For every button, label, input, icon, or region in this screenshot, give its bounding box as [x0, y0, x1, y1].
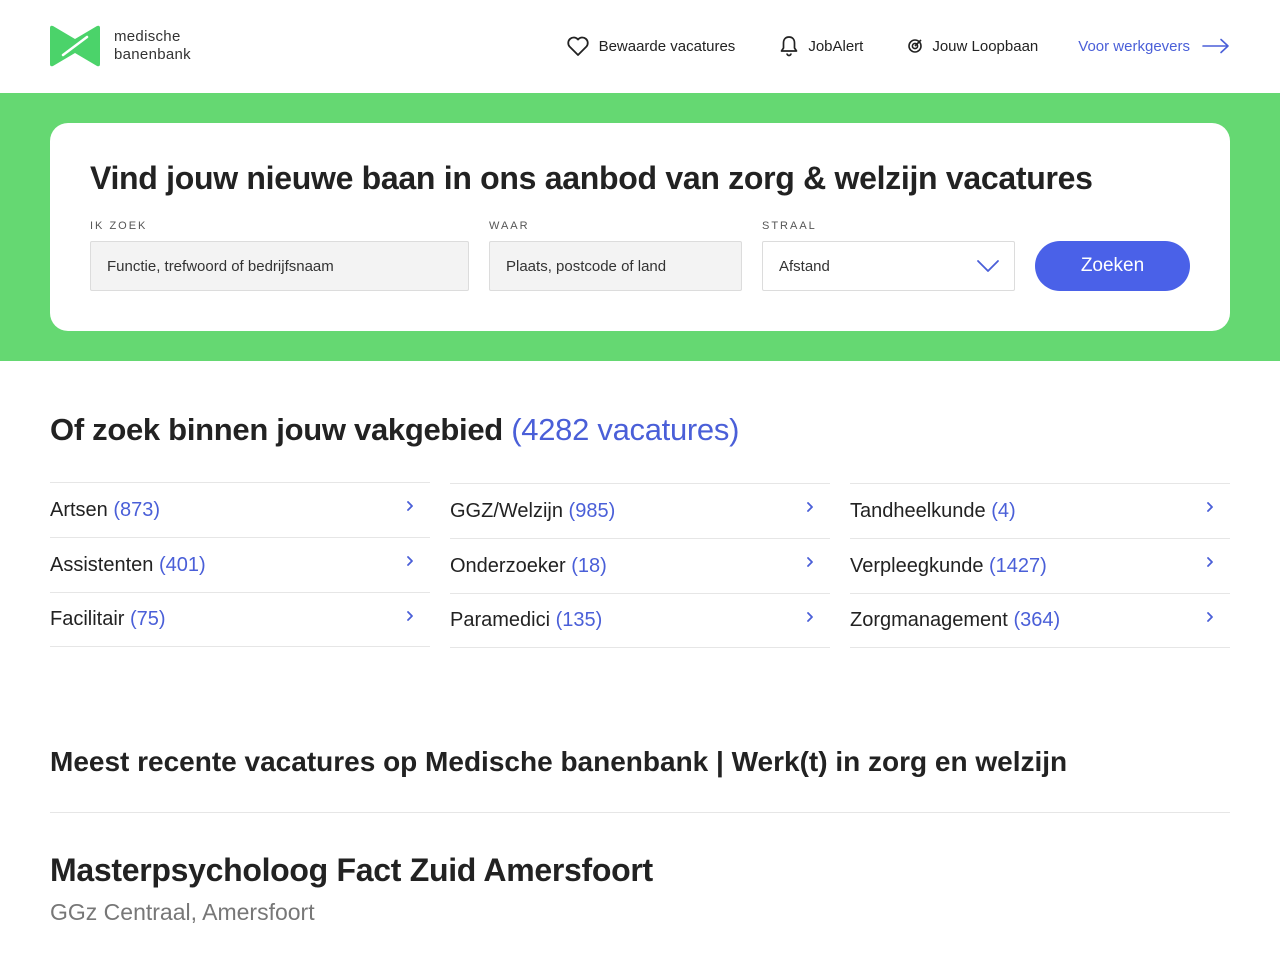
- recent-jobs-title: Meest recente vacatures op Medische bane…: [50, 746, 1068, 777]
- chevron-right-icon: [807, 557, 813, 567]
- logo-line-1: medische: [114, 28, 181, 45]
- job-company: GGz Centraal, Amersfoort: [50, 899, 315, 925]
- chevron-right-icon: [1207, 502, 1213, 512]
- category-count: (135): [555, 609, 603, 631]
- hero-section: Vind jouw nieuwe baan in ons aanbod van …: [0, 93, 1280, 361]
- chevron-right-icon: [807, 611, 813, 622]
- nav-career-label: Jouw Loopbaan: [932, 37, 1039, 55]
- nav-career[interactable]: Jouw Loopbaan: [907, 38, 1038, 55]
- category-name: Assistenten: [50, 553, 154, 576]
- category-name: Tandheelkunde: [850, 499, 986, 522]
- where-input-placeholder: Plaats, postcode of land: [506, 257, 667, 275]
- category-name: Artsen: [50, 498, 108, 521]
- heart-icon: [566, 36, 589, 56]
- nav-saved-jobs-label: Bewaarde vacatures: [598, 37, 736, 55]
- logo-icon: [50, 25, 100, 67]
- categories-title-text: Of zoek binnen jouw vakgebied: [50, 412, 503, 447]
- category-count: (985): [568, 499, 616, 522]
- chevron-right-icon: [407, 610, 413, 621]
- category-name: Verpleegkunde: [850, 554, 984, 577]
- what-label: IK ZOEK: [90, 220, 148, 232]
- category-name: Zorgmanagement: [850, 609, 1008, 631]
- category-count: (4): [991, 499, 1016, 522]
- search-card: Vind jouw nieuwe baan in ons aanbod van …: [50, 123, 1230, 331]
- chevron-right-icon: [1207, 611, 1213, 622]
- nav-jobalert[interactable]: JobAlert: [779, 35, 863, 57]
- logo-line-2: banenbank: [114, 46, 191, 63]
- what-input-placeholder: Functie, trefwoord of bedrijfsnaam: [107, 257, 334, 275]
- what-input[interactable]: Functie, trefwoord of bedrijfsnaam: [90, 241, 469, 291]
- chevron-right-icon: [807, 502, 813, 512]
- category-verpleegkunde[interactable]: Verpleegkunde (1427): [850, 538, 1230, 593]
- category-artsen[interactable]: Artsen (873): [50, 482, 430, 537]
- where-label: WAAR: [489, 220, 530, 232]
- search-button[interactable]: Zoeken: [1035, 241, 1190, 291]
- category-column-1: Artsen (873) Assistenten (401) Facilitai…: [50, 482, 430, 647]
- bell-icon: [780, 36, 798, 57]
- category-paramedici[interactable]: Paramedici (135): [450, 593, 830, 648]
- arrow-right-icon: [1202, 38, 1229, 54]
- radius-label: STRAAL: [762, 220, 817, 232]
- hero-title: Vind jouw nieuwe baan in ons aanbod van …: [90, 160, 1093, 196]
- chevron-right-icon: [407, 556, 413, 566]
- category-count: (1427): [989, 554, 1047, 577]
- site-header: medische banenbank Bewaarde vacatures Jo…: [0, 0, 1280, 93]
- category-name: Onderzoeker: [450, 554, 566, 577]
- where-input[interactable]: Plaats, postcode of land: [489, 241, 742, 291]
- nav-employers-link[interactable]: Voor werkgevers: [1078, 38, 1230, 55]
- chevron-right-icon: [1207, 557, 1213, 567]
- category-zorgmanagement[interactable]: Zorgmanagement (364): [850, 593, 1230, 648]
- category-count: (364): [1013, 609, 1061, 631]
- categories-title: Of zoek binnen jouw vakgebied (4282 vaca…: [50, 412, 739, 448]
- logo-text: medische banenbank: [114, 28, 191, 64]
- radius-select[interactable]: Afstand: [762, 241, 1015, 291]
- job-title-link[interactable]: Masterpsycholoog Fact Zuid Amersfoort: [50, 852, 653, 889]
- category-tandheelkunde[interactable]: Tandheelkunde (4): [850, 483, 1230, 538]
- target-icon: [908, 39, 923, 53]
- categories-total: (4282 vacatures): [511, 412, 740, 447]
- category-count: (75): [130, 608, 166, 630]
- logo[interactable]: medische banenbank: [50, 25, 191, 67]
- category-onderzoeker[interactable]: Onderzoeker (18): [450, 538, 830, 593]
- category-name: GGZ/Welzijn: [450, 499, 563, 522]
- category-count: (401): [158, 553, 206, 576]
- radius-select-value: Afstand: [779, 257, 830, 275]
- main-nav: Bewaarde vacatures JobAlert Jouw Loopbaa…: [566, 32, 1230, 60]
- section-divider: [50, 812, 1230, 813]
- chevron-down-icon: [977, 260, 999, 272]
- category-facilitair[interactable]: Facilitair (75): [50, 592, 430, 647]
- nav-saved-jobs[interactable]: Bewaarde vacatures: [566, 35, 736, 57]
- category-ggz-welzijn[interactable]: GGZ/Welzijn (985): [450, 483, 830, 538]
- nav-jobalert-label: JobAlert: [808, 37, 864, 55]
- category-column-3: Tandheelkunde (4) Verpleegkunde (1427) Z…: [850, 483, 1230, 648]
- category-assistenten[interactable]: Assistenten (401): [50, 537, 430, 592]
- category-count: (18): [571, 554, 607, 577]
- category-name: Paramedici: [450, 609, 551, 631]
- chevron-right-icon: [407, 501, 413, 511]
- nav-employers-label: Voor werkgevers: [1078, 37, 1190, 55]
- category-name: Facilitair: [50, 608, 125, 630]
- category-count: (873): [113, 498, 161, 521]
- category-column-2: GGZ/Welzijn (985) Onderzoeker (18) Param…: [450, 483, 830, 648]
